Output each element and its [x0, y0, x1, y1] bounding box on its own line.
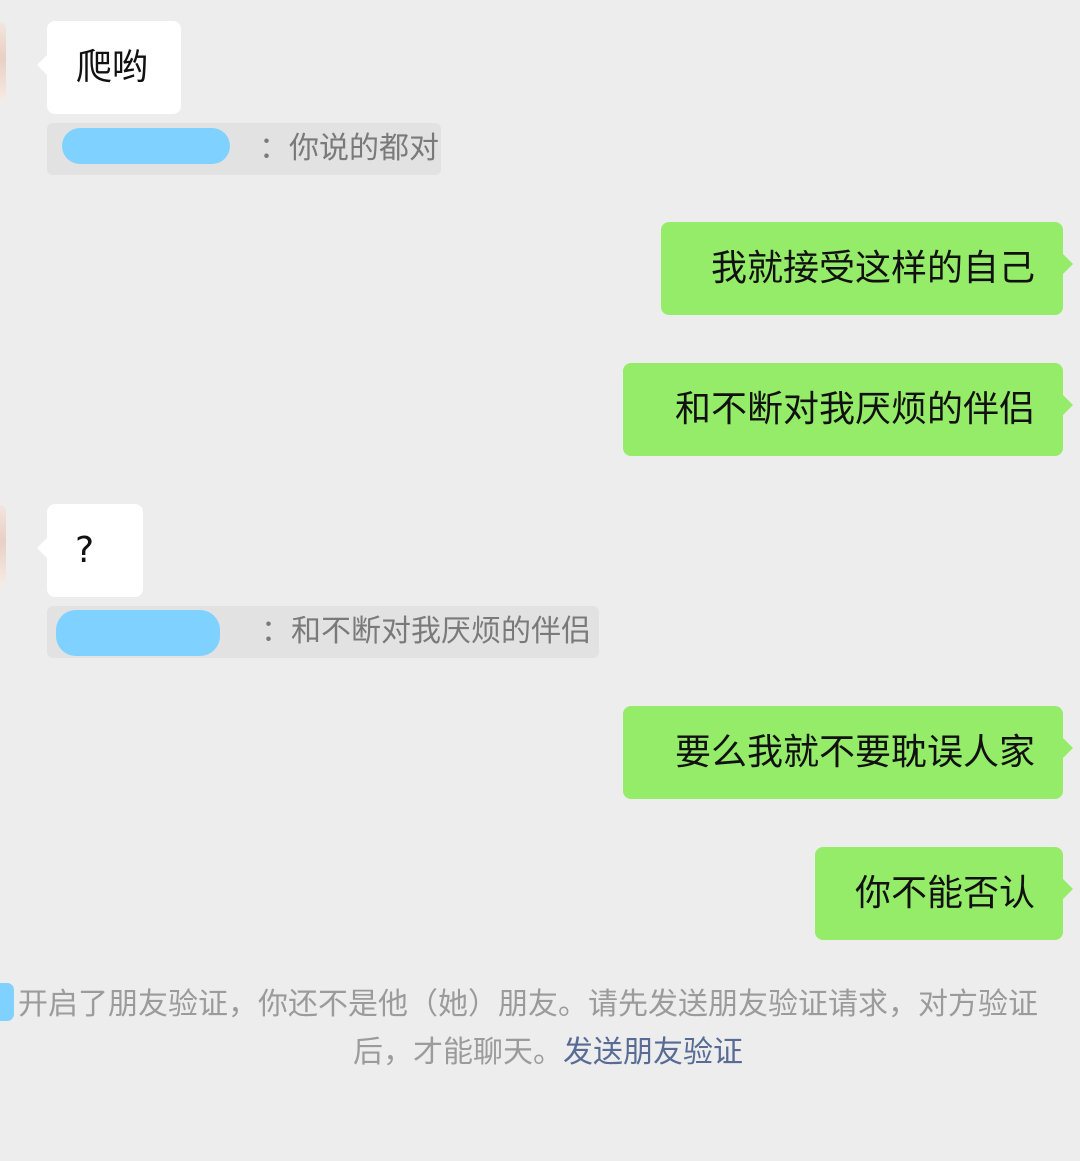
sent-message-bubble[interactable]: 和不断对我厌烦的伴侣: [623, 363, 1073, 456]
quote-text: 你说的都对: [289, 131, 439, 166]
system-notice-text: 后，才能聊天。: [353, 1035, 563, 1070]
message-text: 我就接受这样的自己: [710, 248, 1035, 289]
system-notice-line1: 开启了朋友验证，你还不是他（她）朋友。请先发送朋友验证请求，对方验证: [18, 987, 1038, 1022]
message-text: 爬哟: [76, 47, 149, 88]
send-friend-verification-link[interactable]: 发送朋友验证: [563, 1035, 743, 1070]
redacted-name: [62, 128, 230, 164]
quote-text: 和不断对我厌烦的伴侣: [291, 614, 591, 649]
message-text: 你不能否认: [854, 873, 1035, 914]
message-text: 和不断对我厌烦的伴侣: [674, 389, 1035, 430]
system-notice-line2: 后，才能聊天。发送朋友验证: [353, 1029, 743, 1077]
contact-avatar[interactable]: [0, 22, 6, 104]
quote-separator: ：: [259, 131, 289, 166]
sent-message-bubble[interactable]: 你不能否认: [815, 847, 1073, 940]
quote-separator: ：: [261, 614, 291, 649]
redacted-name: [0, 983, 14, 1021]
sent-message-bubble[interactable]: 要么我就不要耽误人家: [623, 706, 1073, 799]
received-message-bubble[interactable]: 爬哟: [37, 21, 181, 114]
redacted-name: [56, 610, 220, 656]
received-message-bubble[interactable]: ?: [37, 504, 143, 597]
message-text: ?: [75, 530, 95, 571]
contact-avatar[interactable]: [0, 505, 6, 587]
sent-message-bubble[interactable]: 我就接受这样的自己: [661, 222, 1073, 315]
message-text: 要么我就不要耽误人家: [674, 732, 1035, 773]
